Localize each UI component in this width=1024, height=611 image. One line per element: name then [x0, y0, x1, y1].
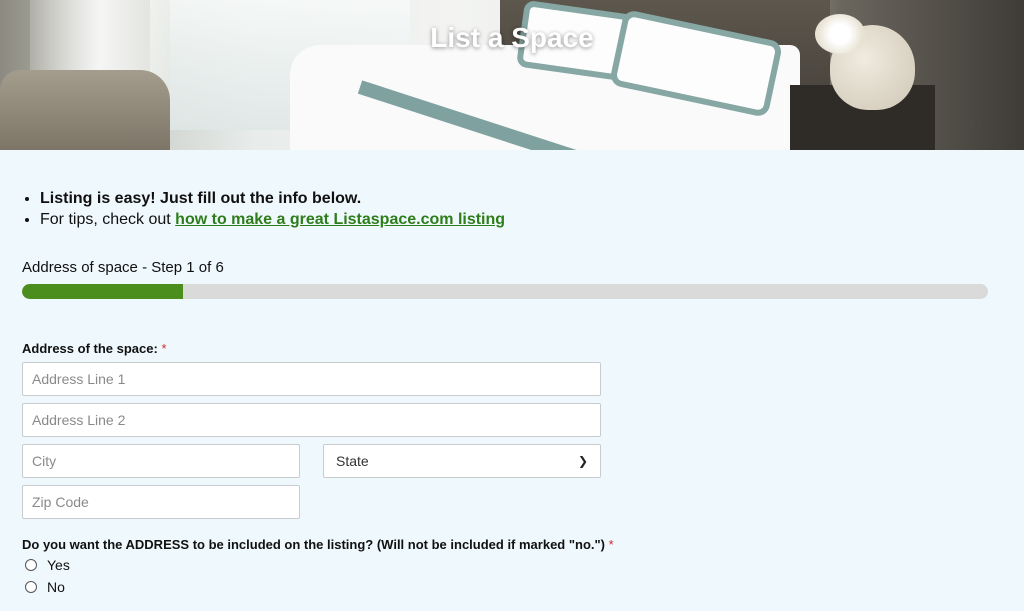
state-select[interactable]: State ❯ — [323, 444, 601, 478]
listing-tips-link[interactable]: how to make a great Listaspace.com listi… — [175, 211, 505, 228]
include-address-question: Do you want the ADDRESS to be included o… — [22, 537, 1002, 552]
city-state-row: State ❯ — [22, 444, 1002, 478]
required-asterisk: * — [161, 341, 167, 356]
hero-image-chair — [0, 70, 170, 150]
radio-button[interactable] — [25, 581, 37, 593]
progress-bar-fill — [22, 284, 184, 299]
tip-text: Listing is easy! Just fill out the info … — [40, 190, 362, 207]
radio-button[interactable] — [25, 559, 37, 571]
state-select-value: State — [336, 453, 369, 469]
radio-label: Yes — [47, 557, 70, 573]
required-asterisk: * — [608, 537, 614, 552]
radio-option-no[interactable]: No — [22, 578, 1002, 596]
tips-list: Listing is easy! Just fill out the info … — [22, 188, 1002, 230]
page-title: List a Space — [430, 22, 594, 53]
address-line-2-input[interactable] — [22, 403, 601, 437]
hero-banner: List a Space — [0, 0, 1024, 150]
tip-text: For tips, check out — [40, 211, 176, 228]
radio-option-yes[interactable]: Yes — [22, 556, 1002, 574]
radio-label: No — [47, 579, 65, 595]
tip-item: For tips, check out how to make a great … — [40, 209, 1002, 230]
chevron-down-icon: ❯ — [577, 454, 588, 468]
city-input[interactable] — [22, 444, 300, 478]
address-label: Address of the space: * — [22, 341, 1002, 356]
tip-item: Listing is easy! Just fill out the info … — [40, 188, 1002, 209]
include-address-question-text: Do you want the ADDRESS to be included o… — [22, 537, 606, 552]
address-label-text: Address of the space: — [22, 341, 158, 356]
zip-code-input[interactable] — [22, 485, 300, 519]
progress-bar — [22, 284, 988, 299]
form-container: Listing is easy! Just fill out the info … — [0, 188, 1024, 596]
step-label: Address of space - Step 1 of 6 — [22, 259, 224, 276]
address-line-1-input[interactable] — [22, 362, 601, 396]
